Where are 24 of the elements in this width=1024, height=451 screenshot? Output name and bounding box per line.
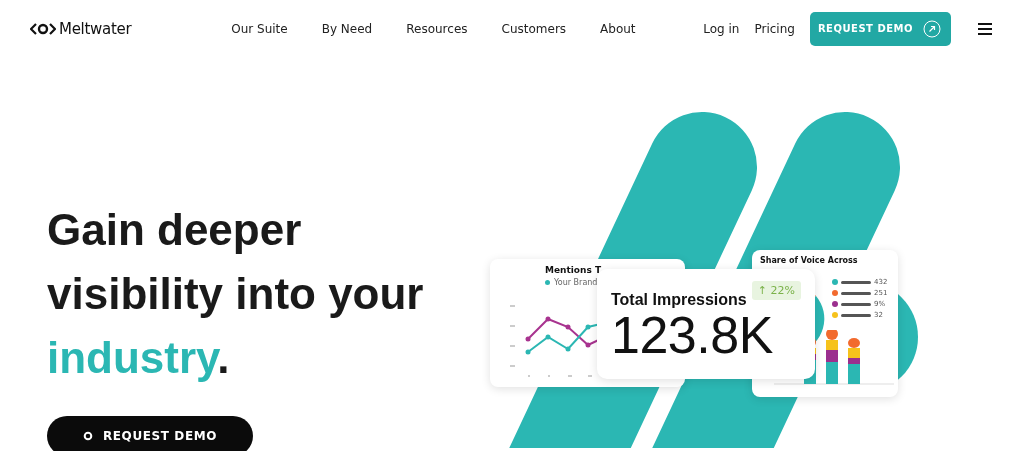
legend-dot-icon — [545, 280, 550, 285]
card-title: Mentions T — [545, 265, 603, 275]
placeholder-bar-icon — [841, 302, 871, 306]
nav-link[interactable]: Resources — [406, 21, 468, 36]
request-demo-button[interactable]: REQUEST DEMO — [47, 416, 253, 451]
placeholder-bar-icon — [841, 291, 871, 295]
placeholder-bar-icon — [841, 313, 871, 317]
pricing-link[interactable]: Pricing — [754, 21, 795, 36]
card-title: Total Impressions — [611, 291, 747, 309]
logo-text[interactable]: Meltwater — [59, 19, 132, 38]
menu-icon[interactable] — [978, 22, 992, 35]
login-link[interactable]: Log in — [703, 21, 740, 36]
change-badge: ↑ 22% — [751, 281, 801, 300]
logo-icon — [30, 22, 56, 35]
nav-link[interactable]: By Need — [321, 21, 373, 36]
nav-link[interactable]: Customers — [501, 21, 567, 36]
nav-link[interactable]: Our Suite — [231, 21, 288, 36]
card-title: Share of Voice Across — [760, 256, 859, 266]
metric-value: 123.8K — [611, 309, 774, 361]
placeholder-bar-icon — [841, 280, 871, 284]
legend-label: Your Brand — [554, 278, 598, 287]
ring-icon — [82, 431, 93, 441]
headline: Gain deeper visibility into your industry. — [47, 204, 425, 384]
nav-link[interactable]: About — [600, 21, 636, 36]
